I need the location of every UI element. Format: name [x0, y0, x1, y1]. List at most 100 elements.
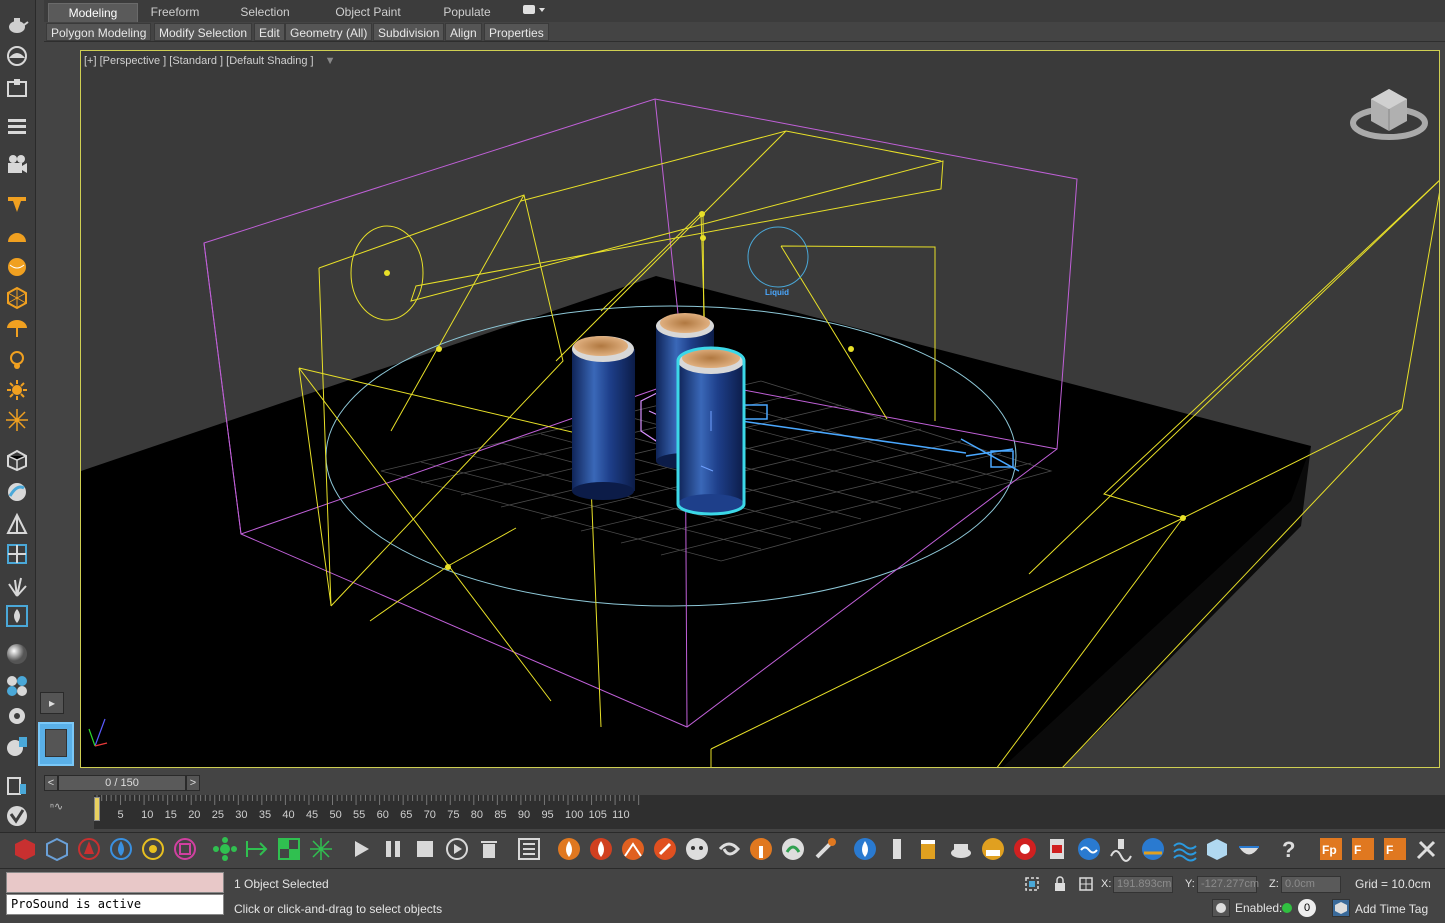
subtab-align[interactable]: Align	[445, 23, 482, 41]
maxscript-listener-input[interactable]	[6, 872, 224, 893]
tools-icon[interactable]	[1414, 836, 1440, 862]
splash-red-icon[interactable]	[1012, 836, 1038, 862]
play-icon[interactable]	[348, 836, 374, 862]
starburst-icon[interactable]	[5, 408, 29, 432]
x-coord-field[interactable]: 191.893cm	[1113, 876, 1173, 893]
hemisphere-icon[interactable]	[5, 224, 29, 248]
beer-icon[interactable]	[916, 836, 942, 862]
y-coord-field[interactable]: -127.277cm	[1197, 876, 1259, 893]
waves-icon[interactable]	[1172, 836, 1198, 862]
play-circle-icon[interactable]	[444, 836, 470, 862]
water-blue-icon[interactable]	[852, 836, 878, 862]
sphere-shape-icon[interactable]	[5, 44, 29, 68]
viewport-label-text[interactable]: [+] [Perspective ] [Standard ] [Default …	[84, 55, 314, 67]
stop-icon[interactable]	[412, 836, 438, 862]
fire-icon[interactable]	[5, 604, 29, 628]
trash-icon[interactable]	[476, 836, 502, 862]
can-icon[interactable]	[1044, 836, 1070, 862]
pour-icon[interactable]	[980, 836, 1006, 862]
sunset-water-icon[interactable]	[1140, 836, 1166, 862]
multi-sphere-icon[interactable]	[5, 674, 29, 698]
coffee-icon[interactable]	[948, 836, 974, 862]
tab-object-paint[interactable]: Object Paint	[324, 3, 412, 22]
list-icon[interactable]	[516, 836, 542, 862]
water-drop-icon[interactable]	[108, 836, 134, 862]
wave-circle-icon[interactable]	[1076, 836, 1102, 862]
brand-icon[interactable]	[5, 804, 29, 828]
subtab-edit[interactable]: Edit	[254, 23, 285, 41]
lock-selection-icon[interactable]	[1052, 876, 1068, 892]
teapot-icon[interactable]	[5, 12, 29, 36]
tab-modeling[interactable]: Modeling	[48, 3, 138, 22]
ribbon-options-dropdown[interactable]	[518, 3, 548, 22]
enabled-count-badge[interactable]: 0	[1298, 899, 1316, 917]
bottle-icon[interactable]	[884, 836, 910, 862]
umbrella-light-icon[interactable]	[5, 316, 29, 340]
pause-icon[interactable]	[380, 836, 406, 862]
bowl-icon[interactable]	[1236, 836, 1262, 862]
absolute-mode-icon[interactable]	[1078, 876, 1094, 892]
ball-icon[interactable]	[5, 480, 29, 504]
pink-box-icon[interactable]	[172, 836, 198, 862]
fire-red-icon[interactable]	[588, 836, 614, 862]
isolate-selection-icon[interactable]	[1024, 876, 1040, 892]
subtab-properties[interactable]: Properties	[484, 23, 549, 41]
add-time-tag-button[interactable]: Add Time Tag	[1355, 902, 1428, 916]
cube-icon[interactable]	[5, 448, 29, 472]
ice-icon[interactable]	[1204, 836, 1230, 862]
curve-editor-toggle[interactable]: ⁿ∿	[50, 800, 63, 813]
tab-freeform[interactable]: Freeform	[140, 3, 210, 22]
green-nodes-icon[interactable]	[212, 836, 238, 862]
time-ruler[interactable]: 0510152025303540455055606570758085909510…	[94, 795, 1445, 829]
green-arrow-icon[interactable]	[244, 836, 270, 862]
subtab-polygon-modeling[interactable]: Polygon Modeling	[46, 23, 152, 41]
tripod-icon[interactable]	[5, 512, 29, 536]
box-icon[interactable]	[5, 76, 29, 100]
subtab-modify-selection[interactable]: Modify Selection	[154, 23, 253, 41]
layers-icon[interactable]	[5, 114, 29, 138]
grid-cube-icon[interactable]	[5, 542, 29, 566]
next-frame-button[interactable]: >	[186, 775, 200, 791]
time-tag-icon[interactable]	[1332, 899, 1350, 917]
prev-frame-button[interactable]: <	[44, 775, 58, 791]
z-coord-field[interactable]: 0.0cm	[1281, 876, 1341, 893]
candle-icon[interactable]	[748, 836, 774, 862]
smoke-icon[interactable]	[780, 836, 806, 862]
fpo-icon[interactable]: F	[1350, 836, 1376, 862]
fire-bolt-icon[interactable]	[652, 836, 678, 862]
spot-light-icon[interactable]	[5, 192, 29, 216]
paint-icon[interactable]	[5, 734, 29, 758]
tab-selection[interactable]: Selection	[230, 3, 300, 22]
viewport-label-menu[interactable]: [+] [Perspective ] [Standard ] [Default …	[84, 55, 336, 67]
maxscript-output[interactable]: ProSound is active	[6, 894, 224, 915]
blue-cube-icon[interactable]	[44, 836, 70, 862]
expand-panel-button[interactable]: ▸	[40, 692, 64, 714]
red-flame-icon[interactable]	[76, 836, 102, 862]
time-slider-thumb[interactable]: 0 / 150	[58, 775, 186, 791]
torch-icon[interactable]	[812, 836, 838, 862]
tab-populate[interactable]: Populate	[434, 3, 500, 22]
camera-icon[interactable]	[5, 152, 29, 176]
grass-icon[interactable]	[5, 574, 29, 598]
sphere-icon[interactable]	[5, 255, 29, 279]
geosphere-icon[interactable]	[5, 286, 29, 310]
swirl-icon[interactable]	[716, 836, 742, 862]
subtab-geometry-all[interactable]: Geometry (All)	[285, 23, 373, 41]
explosion-icon[interactable]	[620, 836, 646, 862]
render-icon[interactable]	[5, 774, 29, 798]
fp-icon[interactable]: Fp	[1318, 836, 1344, 862]
ocean-icon[interactable]	[1108, 836, 1134, 862]
sun-icon[interactable]	[5, 378, 29, 402]
green-burst-icon[interactable]	[308, 836, 334, 862]
yellow-circles-icon[interactable]	[140, 836, 166, 862]
help-icon[interactable]: ?	[1276, 836, 1302, 862]
green-checker-icon[interactable]	[276, 836, 302, 862]
adaptive-degradation-icon[interactable]	[1212, 899, 1230, 917]
red-cube-icon[interactable]	[12, 836, 38, 862]
fps-icon[interactable]: F	[1382, 836, 1408, 862]
viewport-layout-thumbnail[interactable]	[38, 722, 74, 766]
fire-orange-icon[interactable]	[556, 836, 582, 862]
skull-icon[interactable]	[684, 836, 710, 862]
subtab-subdivision[interactable]: Subdivision	[373, 23, 445, 41]
time-marker[interactable]	[94, 797, 100, 821]
